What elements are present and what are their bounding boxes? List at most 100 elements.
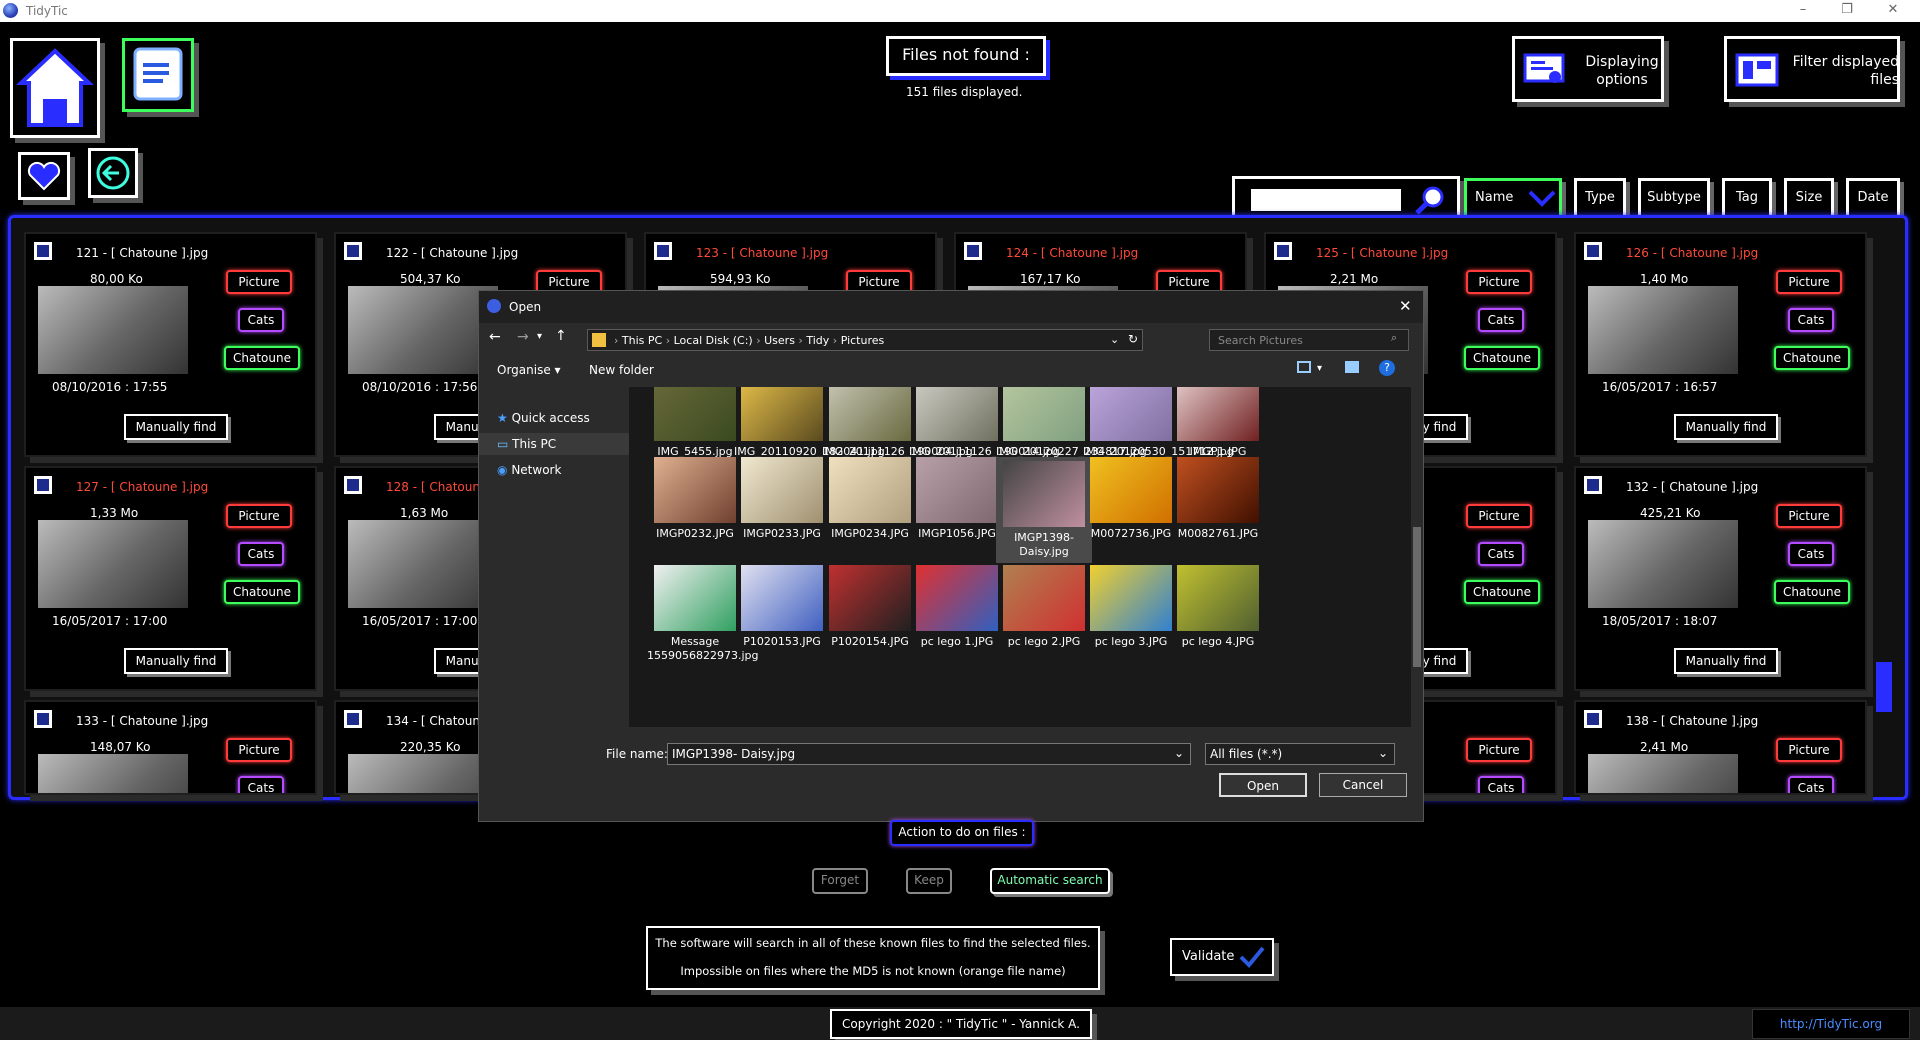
- automatic-search-button[interactable]: Automatic search: [990, 868, 1110, 894]
- file-item[interactable]: IMG_20120530_151712.jpg: [1083, 387, 1234, 459]
- file-item[interactable]: pc lego 1.JPG: [909, 565, 1005, 649]
- website-link[interactable]: http://TidyTic.org: [1752, 1009, 1910, 1039]
- favorites-button[interactable]: [18, 152, 70, 200]
- restore-icon[interactable]: ❐: [1840, 3, 1854, 17]
- card-subtype-tag[interactable]: Cats: [1788, 542, 1834, 566]
- nav-up-icon[interactable]: ↑: [555, 328, 567, 344]
- document-button[interactable]: [122, 38, 194, 112]
- home-button[interactable]: [10, 38, 100, 138]
- file-item[interactable]: IMG_20120227_234817.jpg: [996, 387, 1147, 459]
- file-item[interactable]: IMGP0233.JPG: [734, 457, 830, 541]
- sort-type-button[interactable]: Type: [1574, 178, 1626, 218]
- card-tag[interactable]: Chatoune: [1774, 346, 1850, 370]
- card-checkbox[interactable]: [34, 710, 52, 728]
- dialog-scrollbar-thumb[interactable]: [1413, 527, 1421, 667]
- dialog-scrollbar[interactable]: [1411, 387, 1423, 727]
- card-checkbox[interactable]: [1584, 710, 1602, 728]
- card-subtype-tag[interactable]: Cats: [1478, 308, 1524, 332]
- grid-scrollbar-thumb[interactable]: [1876, 662, 1892, 712]
- card-subtype-tag[interactable]: Cats: [1788, 308, 1834, 332]
- manually-find-button[interactable]: Manually find: [1674, 414, 1778, 440]
- card-type-tag[interactable]: Picture: [1776, 270, 1842, 294]
- card-tag[interactable]: Chatoune: [224, 580, 300, 604]
- file-item[interactable]: pc lego 3.JPG: [1083, 565, 1179, 649]
- manually-find-button[interactable]: Manually find: [124, 414, 228, 440]
- filename-dropdown-icon[interactable]: ⌄: [1174, 746, 1184, 760]
- card-subtype-tag[interactable]: Cats: [1478, 542, 1524, 566]
- card-tag[interactable]: Chatoune: [1464, 580, 1540, 604]
- address-bar[interactable]: › This PC › Local Disk (C:) › Users › Ti…: [587, 329, 1143, 351]
- file-type-select[interactable]: All files (*.*) ⌄: [1205, 743, 1395, 765]
- close-window-icon[interactable]: ✕: [1886, 3, 1900, 17]
- open-button[interactable]: Open: [1219, 773, 1307, 797]
- breadcrumb-item[interactable]: This PC: [622, 334, 662, 347]
- card-type-tag[interactable]: Picture: [1466, 738, 1532, 762]
- displaying-options-button[interactable]: Displaying options: [1512, 36, 1664, 102]
- file-item[interactable]: IMG_20111126_190014.jpg: [909, 387, 1060, 459]
- nav-recent-icon[interactable]: ▾: [537, 331, 542, 342]
- sort-date-button[interactable]: Date: [1846, 178, 1900, 218]
- card-type-tag[interactable]: Picture: [1466, 504, 1532, 528]
- sort-size-button[interactable]: Size: [1784, 178, 1834, 218]
- breadcrumb-item[interactable]: Local Disk (C:): [674, 334, 753, 347]
- file-item[interactable]: P1020154.JPG: [822, 565, 918, 649]
- card-checkbox[interactable]: [1584, 476, 1602, 494]
- card-type-tag[interactable]: Picture: [226, 504, 292, 528]
- validate-button[interactable]: Validate: [1170, 938, 1274, 976]
- card-type-tag[interactable]: Picture: [226, 738, 292, 762]
- search-pictures-input[interactable]: Search Pictures: [1209, 329, 1409, 351]
- breadcrumb-item[interactable]: Users: [764, 334, 795, 347]
- filename-input[interactable]: IMGP1398- Daisy.jpg ⌄: [667, 743, 1191, 765]
- refresh-icon[interactable]: ↻: [1128, 332, 1138, 346]
- file-item[interactable]: Message 1559056822973.jpg: [647, 565, 759, 663]
- file-type-dropdown-icon[interactable]: ⌄: [1378, 746, 1388, 760]
- card-subtype-tag[interactable]: Cats: [238, 542, 284, 566]
- file-card[interactable]: 133 - [ Chatoune ].jpg 148,07 Ko Picture Ca…: [24, 700, 317, 795]
- file-card[interactable]: 132 - [ Chatoune ].jpg 425,21 Ko 18/05/201…: [1574, 466, 1867, 691]
- view-dropdown-icon[interactable]: ▾: [1317, 363, 1322, 374]
- file-item[interactable]: pc lego 2.JPG: [996, 565, 1092, 649]
- card-type-tag[interactable]: Picture: [1776, 738, 1842, 762]
- card-tag[interactable]: Chatoune: [1464, 346, 1540, 370]
- preview-pane-icon[interactable]: [1345, 361, 1359, 373]
- file-item[interactable]: IMGP1056.JPG: [909, 457, 1005, 541]
- forget-button[interactable]: Forget: [812, 868, 868, 894]
- nav-this-pc[interactable]: ▭ This PC: [479, 433, 629, 455]
- sort-tag-button[interactable]: Tag: [1722, 178, 1772, 218]
- file-item[interactable]: IMGP0234.JPG: [822, 457, 918, 541]
- card-checkbox[interactable]: [964, 242, 982, 260]
- card-checkbox[interactable]: [1584, 242, 1602, 260]
- sort-name-button[interactable]: Name: [1464, 178, 1562, 218]
- card-checkbox[interactable]: [344, 242, 362, 260]
- card-subtype-tag[interactable]: Cats: [238, 776, 284, 793]
- card-checkbox[interactable]: [34, 476, 52, 494]
- file-item[interactable]: IMG_20111126_190004.jpg: [822, 387, 973, 459]
- nav-forward-icon[interactable]: →: [517, 329, 529, 345]
- card-tag[interactable]: Chatoune: [1774, 580, 1850, 604]
- file-item[interactable]: M0082761.JPG: [1170, 457, 1266, 541]
- card-checkbox[interactable]: [654, 242, 672, 260]
- file-item[interactable]: P1020153.JPG: [734, 565, 830, 649]
- cancel-button[interactable]: Cancel: [1319, 773, 1407, 797]
- new-folder-button[interactable]: New folder: [589, 363, 654, 377]
- sort-subtype-button[interactable]: Subtype: [1638, 178, 1710, 218]
- card-type-tag[interactable]: Picture: [226, 270, 292, 294]
- breadcrumb-item[interactable]: Tidy: [806, 334, 829, 347]
- back-button[interactable]: [88, 148, 138, 198]
- minimize-icon[interactable]: –: [1796, 3, 1810, 17]
- card-subtype-tag[interactable]: Cats: [238, 308, 284, 332]
- nav-back-icon[interactable]: ←: [489, 329, 501, 345]
- manually-find-button[interactable]: Manually find: [124, 648, 228, 674]
- card-checkbox[interactable]: [34, 242, 52, 260]
- help-icon[interactable]: ?: [1379, 360, 1395, 376]
- file-card[interactable]: 126 - [ Chatoune ].jpg 1,40 Mo 16/05/2017 …: [1574, 232, 1867, 457]
- card-checkbox[interactable]: [344, 476, 362, 494]
- file-item[interactable]: M0072736.JPG: [1083, 457, 1179, 541]
- file-card[interactable]: 127 - [ Chatoune ].jpg 1,33 Mo 16/05/2017 …: [24, 466, 317, 691]
- card-subtype-tag[interactable]: Cats: [1788, 776, 1834, 793]
- card-checkbox[interactable]: [344, 710, 362, 728]
- file-item[interactable]: IMGP0232.JPG: [647, 457, 743, 541]
- file-item[interactable]: IMG_5455.jpg: [647, 387, 743, 459]
- search-icon[interactable]: [1413, 183, 1449, 217]
- card-type-tag[interactable]: Picture: [1776, 504, 1842, 528]
